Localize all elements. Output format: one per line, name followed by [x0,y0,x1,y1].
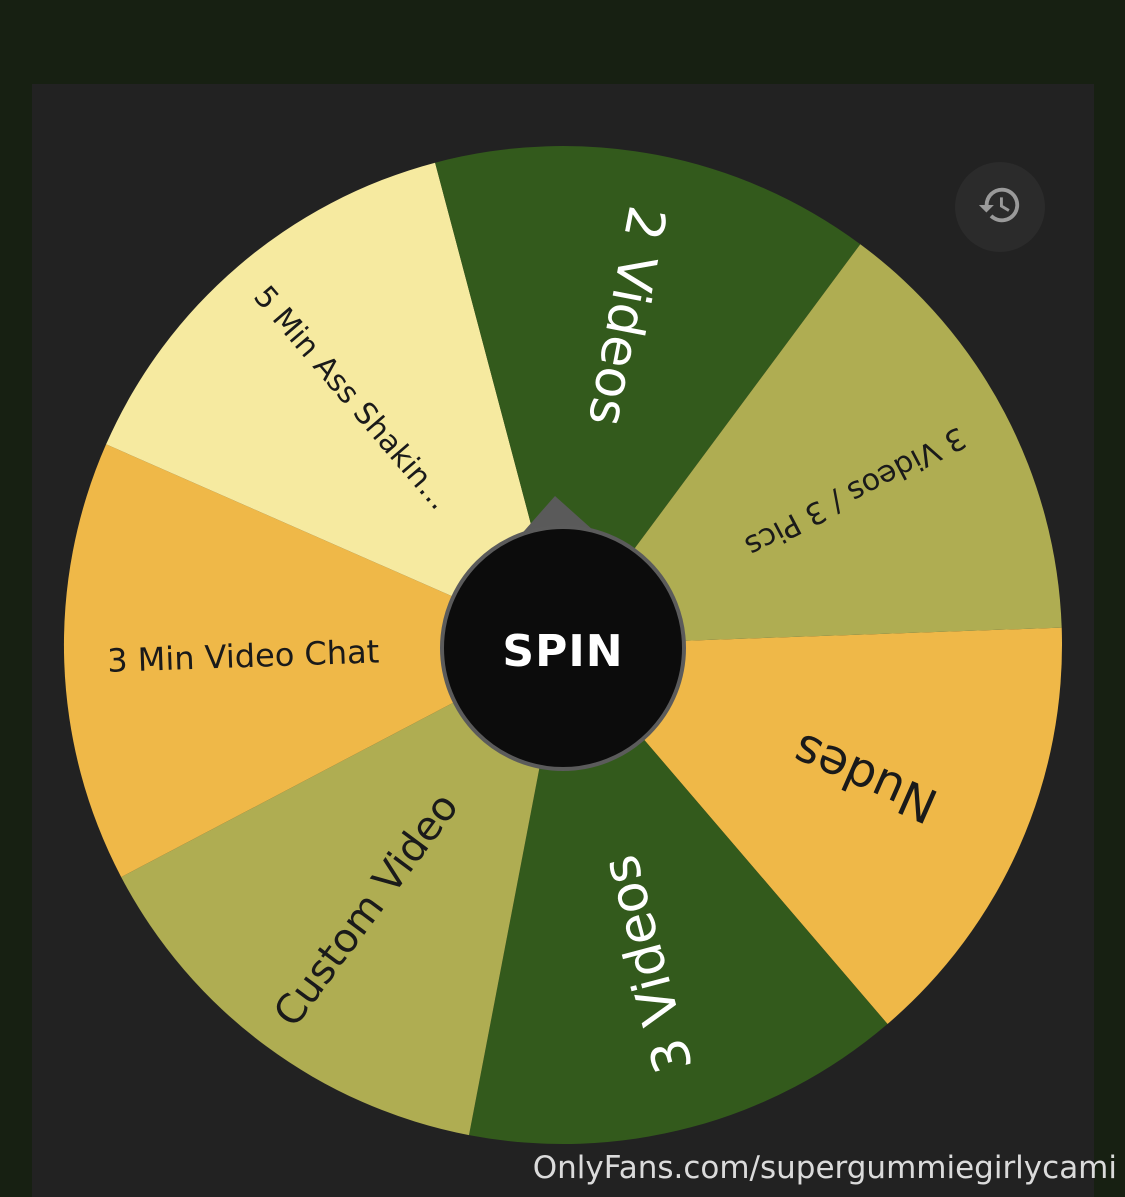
history-button[interactable] [955,162,1045,252]
spin-button[interactable]: SPIN [440,525,686,771]
screenshot-frame: Nudes 3 Videos Custom Video 3 Min Video Cha… [0,0,1125,1197]
spin-button-label: SPIN [502,625,624,677]
watermark: OnlyFans.com/supergummiegirlycami [532,1150,1117,1186]
history-icon [977,182,1023,233]
